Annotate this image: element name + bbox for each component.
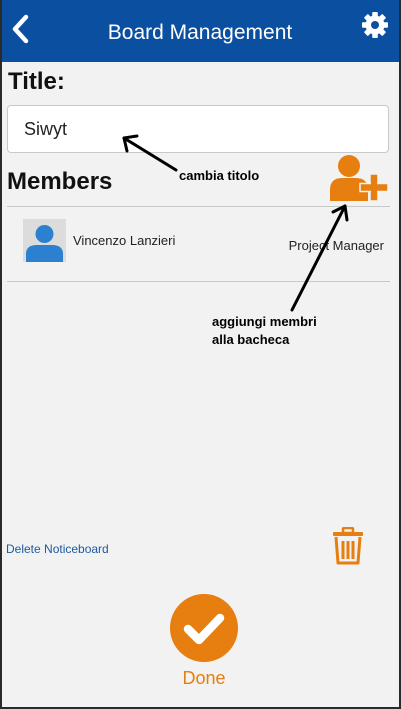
settings-button[interactable]: [360, 10, 390, 40]
done-button[interactable]: [170, 594, 238, 662]
member-name: Vincenzo Lanzieri: [73, 233, 176, 248]
annotation-change-title: cambia titolo: [179, 168, 260, 183]
chevron-left-icon: [12, 14, 29, 44]
add-member-button[interactable]: [328, 154, 390, 204]
annotation-add-members: aggiungi membri alla bacheca: [212, 313, 352, 349]
annotation-add-members-line2: alla bacheca: [212, 332, 290, 347]
done-label[interactable]: Done: [154, 668, 254, 689]
delete-noticeboard-link[interactable]: Delete Noticeboard: [6, 542, 109, 556]
divider: [7, 206, 390, 207]
avatar: [23, 219, 66, 262]
title-label: Title:: [8, 68, 65, 95]
trash-icon: [333, 526, 363, 565]
page-title: Board Management: [107, 21, 293, 44]
member-row[interactable]: Vincenzo Lanzieri Project Manager: [7, 208, 390, 280]
divider: [7, 281, 390, 282]
app-header: Board Management: [0, 0, 401, 62]
user-avatar-icon: [23, 219, 66, 262]
member-role: Project Manager: [288, 238, 384, 253]
members-heading: Members: [7, 168, 113, 195]
title-input[interactable]: [7, 105, 389, 153]
annotation-add-members-line1: aggiungi membri: [212, 314, 317, 329]
delete-button[interactable]: [331, 526, 365, 565]
back-button[interactable]: [6, 12, 38, 46]
gear-icon: [362, 12, 388, 38]
checkmark-icon: [170, 594, 238, 662]
add-user-icon: [330, 155, 389, 202]
